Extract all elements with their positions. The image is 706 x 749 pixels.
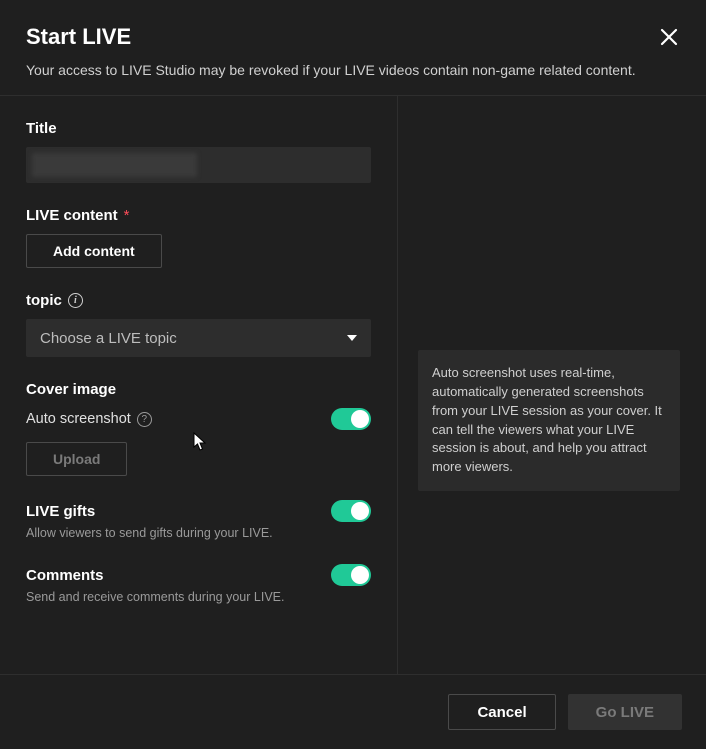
add-content-button[interactable]: Add content <box>26 234 162 268</box>
topic-label-text: topic <box>26 292 62 309</box>
comments-label: Comments <box>26 567 104 584</box>
start-live-modal: Start LIVE Your access to LIVE Studio ma… <box>0 0 706 749</box>
topic-section: topic i Choose a LIVE topic <box>26 292 371 357</box>
close-button[interactable] <box>660 28 678 46</box>
modal-title: Start LIVE <box>26 24 680 50</box>
title-value-redacted <box>32 153 197 177</box>
topic-label: topic i <box>26 292 371 309</box>
live-gifts-section: LIVE gifts Allow viewers to send gifts d… <box>26 500 371 540</box>
go-live-button[interactable]: Go LIVE <box>568 694 682 730</box>
cover-image-label: Cover image <box>26 381 371 398</box>
auto-screenshot-row: Auto screenshot ? <box>26 411 152 427</box>
modal-footer: Cancel Go LIVE <box>0 675 706 749</box>
modal-subtitle: Your access to LIVE Studio may be revoke… <box>26 60 680 81</box>
auto-screenshot-toggle[interactable] <box>331 408 371 430</box>
help-icon[interactable]: ? <box>137 412 152 427</box>
comments-sub: Send and receive comments during your LI… <box>26 590 371 604</box>
modal-body: Title LIVE content * Add content topic i … <box>0 95 706 675</box>
info-icon[interactable]: i <box>68 293 83 308</box>
topic-select[interactable]: Choose a LIVE topic <box>26 319 371 357</box>
form-panel: Title LIVE content * Add content topic i … <box>0 96 398 674</box>
preview-panel: Auto screenshot uses real-time, automati… <box>398 96 706 674</box>
title-input[interactable] <box>26 147 371 183</box>
comments-toggle[interactable] <box>331 564 371 586</box>
cancel-button[interactable]: Cancel <box>448 694 555 730</box>
live-gifts-toggle[interactable] <box>331 500 371 522</box>
live-content-section: LIVE content * Add content <box>26 207 371 268</box>
live-gifts-label: LIVE gifts <box>26 503 95 520</box>
live-gifts-sub: Allow viewers to send gifts during your … <box>26 526 371 540</box>
cover-image-section: Cover image Auto screenshot ? Upload <box>26 381 371 476</box>
upload-button[interactable]: Upload <box>26 442 127 476</box>
auto-screenshot-tooltip: Auto screenshot uses real-time, automati… <box>418 350 680 491</box>
live-content-label: LIVE content * <box>26 207 371 224</box>
modal-header: Start LIVE Your access to LIVE Studio ma… <box>0 0 706 95</box>
comments-section: Comments Send and receive comments durin… <box>26 564 371 604</box>
live-content-label-text: LIVE content <box>26 207 118 224</box>
title-label: Title <box>26 120 371 137</box>
chevron-down-icon <box>347 335 357 341</box>
required-asterisk: * <box>124 207 130 224</box>
topic-placeholder: Choose a LIVE topic <box>40 330 177 347</box>
close-icon <box>660 28 678 46</box>
title-section: Title <box>26 120 371 183</box>
auto-screenshot-label: Auto screenshot <box>26 411 131 427</box>
